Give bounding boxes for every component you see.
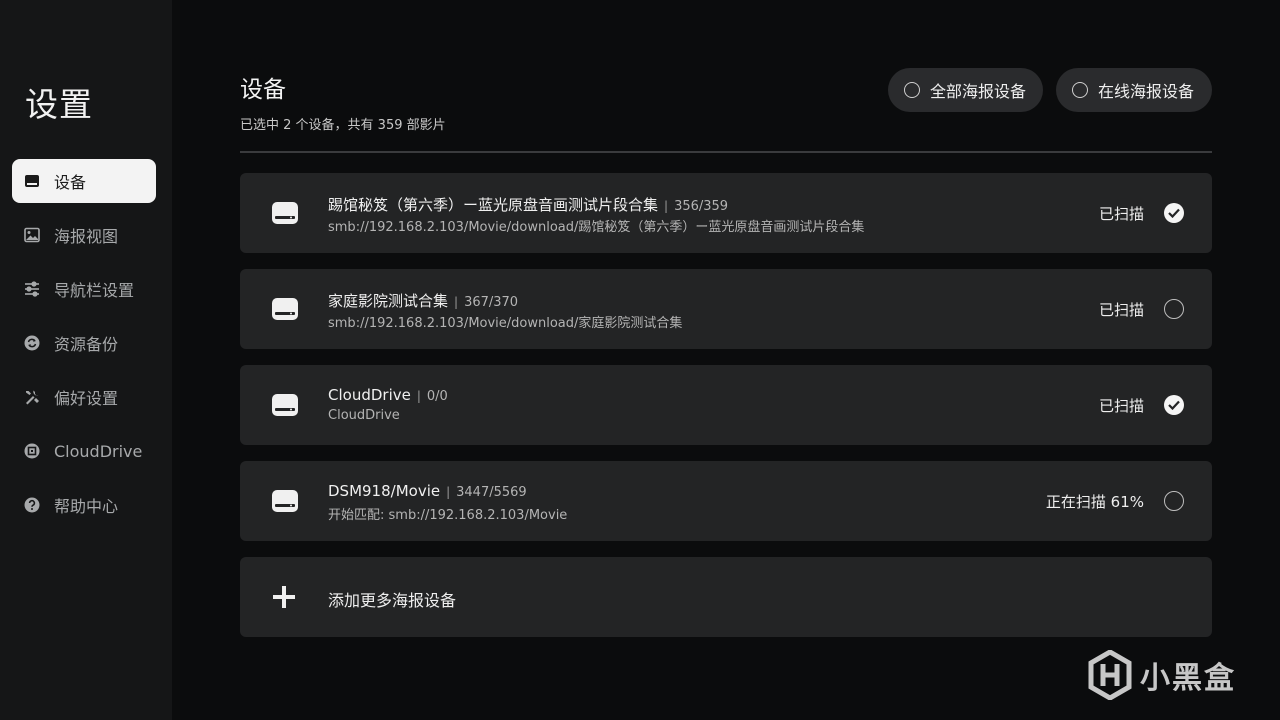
separator: | [416,389,421,403]
device-count: 0/0 [426,389,448,404]
sidebar-item-navbar-settings[interactable]: 导航栏设置 [12,267,156,311]
device-status: 已扫描 [1098,397,1144,415]
device-name: DSM918/Movie [328,482,441,500]
hard-drive-icon [272,298,298,320]
device-status: 已扫描 [1098,301,1144,319]
add-device-label: 添加更多海报设备 [328,591,457,610]
checkmark-icon [1168,208,1180,218]
add-device-button[interactable]: 添加更多海报设备 [240,557,1212,637]
sidebar-item-poster-view[interactable]: 海报视图 [12,213,156,257]
device-card[interactable]: CloudDrive | 0/0 CloudDrive 已扫描 [240,365,1212,445]
hard-drive-icon [272,202,298,224]
sidebar-item-preferences[interactable]: 偏好设置 [12,375,156,419]
filter-all-label: 全部海报设备 [930,82,1027,101]
device-path: smb://192.168.2.103/Movie/download/踢馆秘笈（… [328,220,865,235]
device-name: 家庭影院测试合集 [328,292,449,310]
device-count: 356/359 [674,199,729,214]
device-status: 正在扫描 61% [1045,493,1144,511]
sidebar-item-label: 资源备份 [54,335,119,354]
separator: | [664,199,669,213]
sync-icon [24,335,40,351]
sidebar-nav: 设备 海报视图 导航栏设置 资源备份 偏好设置 CloudDrive 帮助中心 [12,159,156,537]
watermark-text: 小黑盒 [1140,661,1236,696]
sidebar-item-label: 偏好设置 [54,389,119,408]
filter-online-devices-button[interactable]: 在线海报设备 [1056,68,1212,112]
sidebar-item-help[interactable]: 帮助中心 [12,483,156,527]
device-path: smb://192.168.2.103/Movie/download/家庭影院测… [328,316,683,331]
device-card[interactable]: 踢馆秘笈（第六季）ー蓝光原盘音画测试片段合集 | 356/359 smb://192… [240,173,1212,253]
sidebar-item-backup[interactable]: 资源备份 [12,321,156,365]
sidebar-title: 设置 [25,85,93,124]
image-icon [24,227,40,243]
device-name: CloudDrive [328,386,411,404]
watermark: 小黑盒 [1088,650,1236,700]
page-title: 设备 [240,77,286,103]
device-card[interactable]: 家庭影院测试合集 | 367/370 smb://192.168.2.103/Mov… [240,269,1212,349]
drive-icon [24,173,40,189]
device-path: 开始匹配: smb://192.168.2.103/Movie [328,508,568,523]
main-panel: 设备 已选中 2 个设备，共有 359 部影片 全部海报设备 在线海报设备 踢馆… [240,0,1212,720]
select-checkbox[interactable] [1164,491,1184,511]
hard-drive-icon [272,490,298,512]
clouddrive-icon [24,443,40,459]
help-icon [24,497,40,513]
radio-icon [904,82,920,98]
sidebar: 设置 设备 海报视图 导航栏设置 资源备份 偏好设置 CloudDrive 帮助… [0,0,172,720]
sidebar-item-label: CloudDrive [54,441,143,461]
filter-online-label: 在线海报设备 [1098,82,1195,101]
device-card[interactable]: DSM918/Movie | 3447/5569 开始匹配: smb://192.1… [240,461,1212,541]
page-subtitle: 已选中 2 个设备，共有 359 部影片 [240,118,446,133]
select-checkbox[interactable] [1164,299,1184,319]
sidebar-item-clouddrive[interactable]: CloudDrive [12,429,156,473]
separator: | [454,295,459,309]
sidebar-item-label: 设备 [54,173,87,192]
select-checkbox[interactable] [1164,395,1184,415]
device-name: 踢馆秘笈（第六季）ー蓝光原盘音画测试片段合集 [328,196,659,214]
checkmark-icon [1168,400,1180,410]
header-divider [240,151,1212,153]
sidebar-item-label: 帮助中心 [54,497,119,516]
filter-all-devices-button[interactable]: 全部海报设备 [888,68,1043,112]
radio-icon [1072,82,1088,98]
separator: | [446,485,451,499]
sidebar-item-label: 海报视图 [54,227,119,246]
device-status: 已扫描 [1098,205,1144,223]
device-count: 3447/5569 [456,485,527,500]
device-count: 367/370 [464,295,519,310]
sidebar-item-label: 导航栏设置 [54,281,135,300]
device-path: CloudDrive [328,408,400,423]
xiaoheihe-logo-icon [1088,650,1132,700]
tools-icon [24,389,40,405]
hard-drive-icon [272,394,298,416]
plus-icon [273,586,295,608]
select-checkbox[interactable] [1164,203,1184,223]
sliders-icon [24,281,40,297]
sidebar-item-devices[interactable]: 设备 [12,159,156,203]
